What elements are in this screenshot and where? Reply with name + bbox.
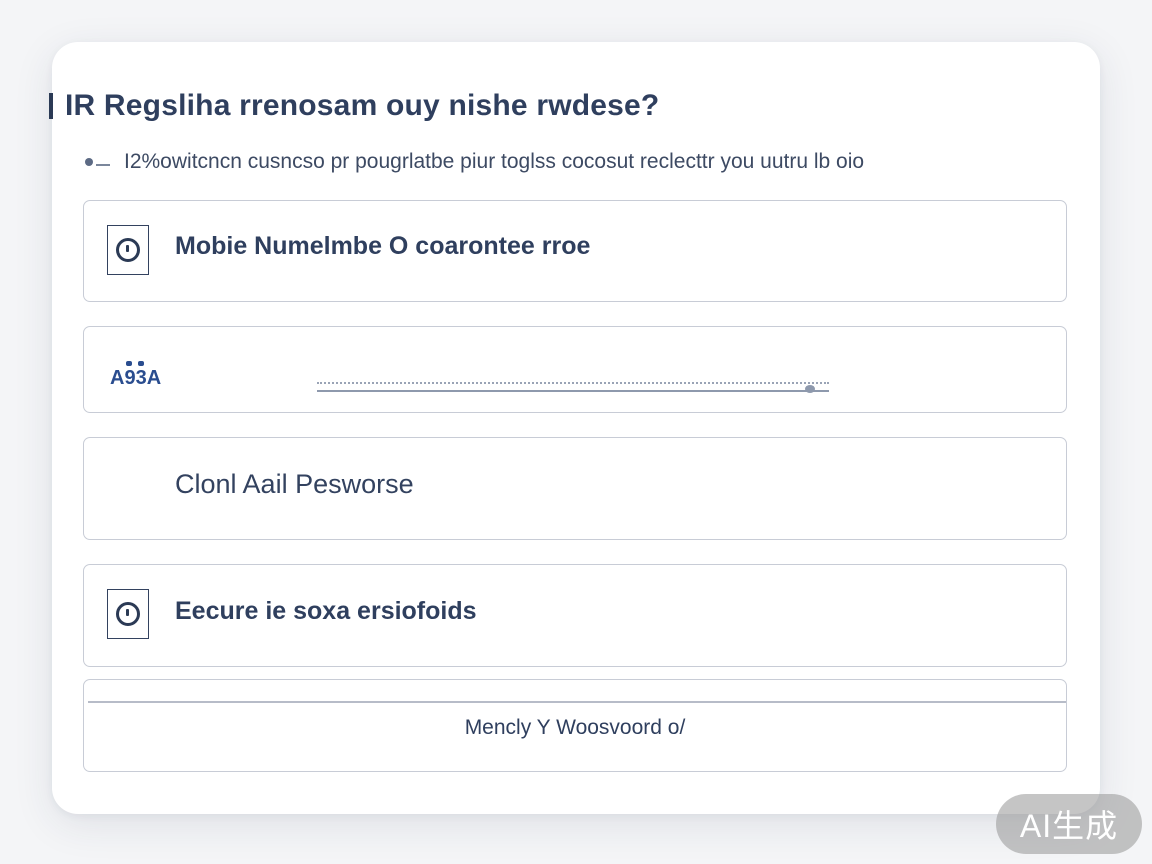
option-secure-questions[interactable]: Eecure ie soxa ersiofoids xyxy=(83,564,1067,667)
clock-icon xyxy=(107,589,149,639)
verification-card: IR Regsliha rrenosam ouy nishe rwdese? I… xyxy=(49,42,1100,814)
option-email-password-label: Clonl Aail Pesworse xyxy=(175,469,414,499)
ai-generated-badge: AI生成 xyxy=(996,794,1142,854)
option-email-password[interactable]: Clonl Aail Pesworse xyxy=(83,437,1067,540)
page-title: IR Regsliha rrenosam ouy nishe rwdese? xyxy=(65,89,660,122)
option-secure-questions-label: Eecure ie soxa ersiofoids xyxy=(175,597,477,625)
code-input-handle xyxy=(805,385,815,393)
option-mobile-number[interactable]: Mobie Numelmbe O coarontee rroe xyxy=(83,200,1067,302)
clock-icon xyxy=(107,225,149,275)
option-recovery-password[interactable]: Mencly Y Woosvoord o/ xyxy=(83,679,1067,772)
option-code-entry[interactable]: A93A xyxy=(83,326,1067,413)
recovery-password-link[interactable]: Mencly Y Woosvoord o/ xyxy=(84,716,1066,740)
info-icon xyxy=(84,155,112,169)
option-mobile-number-label: Mobie Numelmbe O coarontee rroe xyxy=(175,232,591,260)
title-accent-bar xyxy=(49,93,53,119)
code-label: A93A xyxy=(110,367,162,389)
page-subtitle: I2%owitcncn cusncso pr pougrlatbe piur t… xyxy=(124,150,865,173)
divider xyxy=(88,701,1066,703)
subtitle-row: I2%owitcncn cusncso pr pougrlatbe piur t… xyxy=(84,150,864,174)
page-title-row: IR Regsliha rrenosam ouy nishe rwdese? xyxy=(49,86,659,126)
code-input[interactable] xyxy=(317,382,829,392)
